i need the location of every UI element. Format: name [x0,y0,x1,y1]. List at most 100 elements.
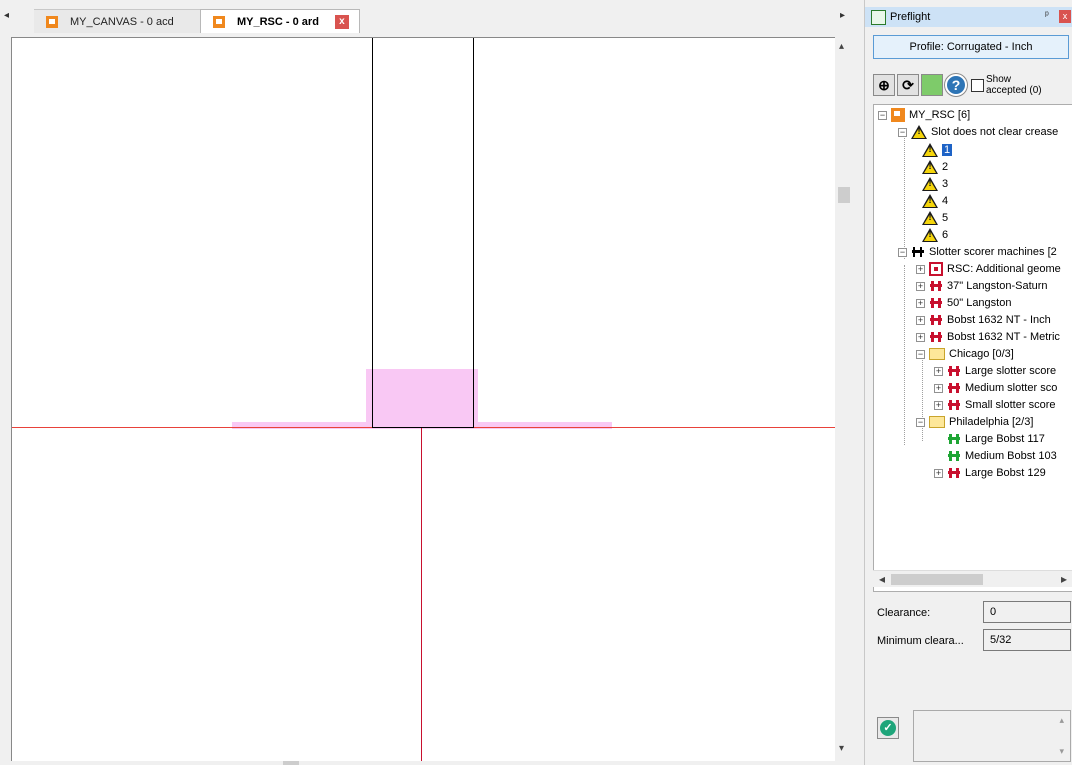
preflight-panel: Preflight ᵖ x Profile: Corrugated - Inch… [864,0,1072,765]
show-accepted-toggle[interactable]: Show accepted (0) [971,74,1046,96]
tree-item-label: Medium Bobst 103 [965,450,1057,462]
min-clearance-field[interactable]: 5/32 [983,629,1071,651]
expand-icon[interactable]: + [934,468,943,478]
tree-item-philadelphia[interactable]: − Philadelphia [2/3] [916,414,1033,430]
tab-strip: ◂ MY_CANVAS - 0 acd MY_RSC - 0 ard x ▸ [0,0,858,37]
scroll-down-icon[interactable]: ▾ [1059,746,1064,757]
scroll-down-icon[interactable]: ▾ [839,743,844,754]
canvas-vertical-scrollbar[interactable]: ▴ ▾ [835,37,852,761]
pin-icon[interactable]: ᵖ [1045,10,1049,21]
tree-item-machines-group[interactable]: − Slotter scorer machines [2 [898,244,1057,260]
collapse-icon[interactable]: − [916,349,925,359]
tree-item-label: Bobst 1632 NT - Inch [947,314,1051,326]
tree-item-warning-1[interactable]: 1 [922,142,953,158]
scroll-left-icon[interactable]: ◂ [879,572,885,586]
scroll-up-icon[interactable]: ▴ [839,41,844,52]
tree-item-machine[interactable]: + 50" Langston [916,295,1011,311]
expand-icon[interactable]: + [916,298,925,308]
red-square-icon [929,262,943,276]
select-region-icon[interactable] [921,74,943,96]
tree-item-label: Large Bobst 117 [965,433,1045,445]
tree-item-warning-5[interactable]: 5 [922,210,948,226]
tree-item-machine[interactable]: + Large slotter score [934,363,1056,379]
tree-item-machine[interactable]: + 37" Langston-Saturn [916,278,1048,294]
warning-icon [922,143,938,157]
tree-item-label: Philadelphia [2/3] [949,416,1034,428]
tab-label: MY_RSC - 0 ard [237,15,319,28]
accept-button[interactable]: ✓ [877,717,899,739]
scroll-thumb[interactable] [891,574,983,585]
expand-icon[interactable]: + [934,400,943,410]
tree-item-machine[interactable]: Medium Bobst 103 [947,448,1057,464]
tree-connector [904,265,905,445]
tab-close-icon[interactable]: x [334,14,349,29]
tree-item-label: 3 [942,178,949,190]
collapse-icon[interactable]: − [898,127,907,137]
scroll-up-icon[interactable]: ▴ [1059,715,1064,726]
tree-item-label: Bobst 1632 NT - Metric [947,331,1060,343]
canvas-horizontal-scroll-thumb[interactable] [283,761,299,765]
help-icon[interactable]: ? [945,74,967,96]
expand-icon[interactable]: + [916,315,925,325]
tree-item-label: 37" Langston-Saturn [947,280,1048,292]
canvas-drawing [12,38,835,761]
slotter-machine-icon [911,245,925,259]
scroll-right-icon[interactable]: ▸ [1061,572,1067,586]
tree-item-chicago[interactable]: − Chicago [0/3] [916,346,1014,362]
tree-item-machine[interactable]: Large Bobst 117 [947,431,1045,447]
tree-item-machine[interactable]: + Small slotter score [934,397,1055,413]
tree-item-warning-group[interactable]: − Slot does not clear crease [898,124,1058,140]
show-accepted-checkbox[interactable] [971,78,984,92]
tree-item-warning-6[interactable]: 6 [922,227,948,243]
red-machine-icon [947,381,961,395]
expand-icon[interactable]: + [934,383,943,393]
red-machine-icon [929,279,943,293]
tree-item-machine[interactable]: + Medium slotter sco [934,380,1057,396]
folder-icon [929,416,945,428]
check-icon: ✓ [880,720,896,736]
tree-item-machine[interactable]: + RSC: Additional geome [916,261,1061,277]
scroll-thumb[interactable] [838,187,850,203]
tree-item-label: 6 [942,229,949,241]
clearance-field[interactable]: 0 [983,601,1071,623]
message-box[interactable]: ▴ ▾ [913,710,1071,762]
preflight-tree[interactable]: − MY_RSC [6] − Slot does not clear creas… [873,104,1072,592]
min-clearance-label: Minimum cleara... [877,635,964,647]
warning-icon [922,194,938,208]
tree-item-warning-3[interactable]: 3 [922,176,948,192]
tree-item-label: Slot does not clear crease [931,126,1059,138]
tree-item-machine[interactable]: + Bobst 1632 NT - Metric [916,329,1060,345]
tree-item-root[interactable]: − MY_RSC [6] [878,107,970,123]
collapse-icon[interactable]: − [916,417,925,427]
panel-close-icon[interactable]: x [1059,10,1071,23]
tab-my-canvas[interactable]: MY_CANVAS - 0 acd [34,9,200,33]
rsc-file-icon [891,108,905,122]
red-machine-icon [947,364,961,378]
tab-scroll-right-icon[interactable]: ▸ [840,10,845,21]
tab-my-rsc[interactable]: MY_RSC - 0 ard x [200,9,360,33]
zoom-icon[interactable]: ⊕ [873,74,895,96]
collapse-icon[interactable]: − [898,247,907,257]
tree-item-machine[interactable]: + Large Bobst 129 [934,465,1046,481]
expand-icon[interactable]: + [934,366,943,376]
refresh-icon[interactable]: ⟳ [897,74,919,96]
red-machine-icon [929,296,943,310]
expand-icon[interactable]: + [916,332,925,342]
tree-horizontal-scrollbar[interactable]: ◂ ▸ [873,570,1072,587]
tree-item-machine[interactable]: + Bobst 1632 NT - Inch [916,312,1051,328]
expand-icon[interactable]: + [916,264,925,274]
rsc-file-icon [213,15,225,28]
collapse-icon[interactable]: − [878,110,887,120]
expand-icon[interactable]: + [916,281,925,291]
tree-item-warning-4[interactable]: 4 [922,193,948,209]
tree-item-label: Slotter scorer machines [2 [929,246,1057,258]
tree-item-label: 2 [942,161,949,173]
panel-title-bar: Preflight ᵖ x [865,7,1072,27]
profile-button[interactable]: Profile: Corrugated - Inch [873,35,1069,59]
tree-item-label: Small slotter score [965,399,1056,411]
canvas-file-icon [46,15,58,28]
tab-scroll-left-icon[interactable]: ◂ [4,10,9,21]
drawing-canvas[interactable] [11,37,835,761]
tree-item-warning-2[interactable]: 2 [922,159,948,175]
tree-item-label: 4 [942,195,949,207]
